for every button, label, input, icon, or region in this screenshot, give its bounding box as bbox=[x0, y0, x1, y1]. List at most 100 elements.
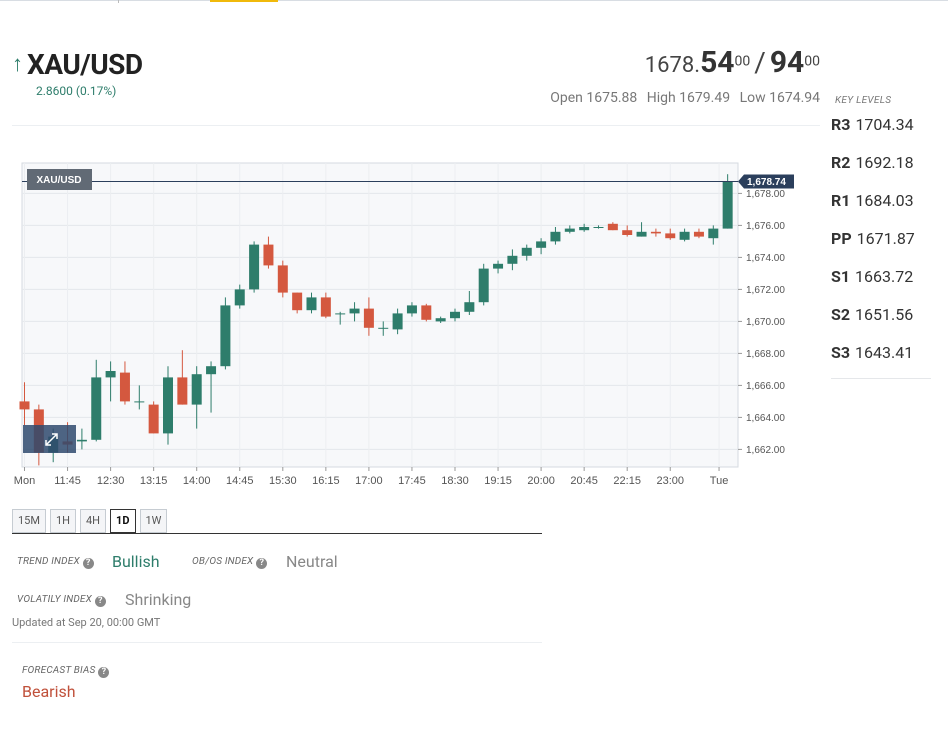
top-tab-marker bbox=[118, 0, 119, 3]
symbol-title: XAU/USD bbox=[27, 48, 143, 81]
candle-body bbox=[435, 318, 446, 322]
x-tick-label: 13:15 bbox=[140, 475, 168, 487]
trend-index-label: TREND INDEX? bbox=[17, 556, 94, 569]
candle-body bbox=[650, 231, 661, 234]
candle-body bbox=[579, 227, 590, 231]
y-tick-label: 1,666.00 bbox=[746, 381, 785, 392]
timeframe-1w-button[interactable]: 1W bbox=[139, 509, 168, 533]
updated-timestamp: Updated at Sep 20, 00:00 GMT bbox=[12, 616, 161, 629]
x-tick-label: 19:15 bbox=[484, 475, 512, 487]
bid-integer: 1678. bbox=[644, 53, 701, 78]
x-tick-label: 14:00 bbox=[183, 475, 211, 487]
ohl-stats: Open 1675.88 High 1679.49 Low 1674.94 bbox=[544, 90, 820, 106]
timeframe-underline bbox=[12, 533, 542, 534]
candle-body bbox=[450, 311, 460, 319]
trend-index-value: Bullish bbox=[112, 552, 160, 571]
x-tick-label: 12:30 bbox=[97, 475, 125, 487]
y-tick-label: 1,668.00 bbox=[746, 349, 785, 360]
ask-fraction: 00 bbox=[804, 53, 820, 70]
y-tick-label: 1,676.00 bbox=[746, 221, 785, 232]
expand-button-bg[interactable] bbox=[23, 425, 76, 453]
current-price-tag-text: 1,678.74 bbox=[747, 177, 786, 188]
candle-body bbox=[536, 241, 547, 248]
y-tick-label: 1,670.00 bbox=[746, 317, 785, 328]
volatility-index-label: VOLATILY INDEX? bbox=[17, 594, 106, 607]
symbol-chart-label-text: XAU/USD bbox=[36, 175, 81, 186]
candle-body bbox=[708, 228, 719, 239]
help-icon[interactable]: ? bbox=[256, 558, 268, 569]
timeframe-1d-button[interactable]: 1D bbox=[110, 509, 136, 533]
x-tick-label: Mon bbox=[14, 475, 35, 487]
y-tick-label: 1,664.00 bbox=[746, 413, 785, 424]
help-icon[interactable]: ? bbox=[82, 558, 94, 569]
candle-body bbox=[363, 308, 374, 328]
price-change: 2.8600 (0.17%) bbox=[36, 84, 117, 98]
candle-body bbox=[378, 327, 389, 329]
symbol-header: ↑ XAU/USD bbox=[12, 48, 143, 81]
plot-area bbox=[21, 162, 739, 468]
key-levels-panel: KEY LEVELS R3 1704.34 R2 1692.18 R1 1684.03… bbox=[831, 95, 931, 379]
price-separator: / bbox=[754, 46, 766, 79]
x-tick-label: 22:15 bbox=[613, 475, 641, 487]
current-price-tag: 1,678.74 bbox=[738, 174, 794, 189]
x-tick-label: Tue bbox=[710, 475, 729, 487]
price-chart[interactable]: Mon 11:45 12:30 13:15 14:00 14:45 15:30 16:15 17… bbox=[0, 150, 800, 495]
key-level-s3: S3 1643.41 bbox=[831, 343, 914, 362]
x-tick-label: 20:45 bbox=[570, 475, 598, 487]
forecast-bias-value: Bearish bbox=[22, 682, 76, 701]
timeframe-4h-button[interactable]: 4H bbox=[80, 509, 107, 533]
forecast-bias-label: FORECAST BIAS? bbox=[22, 665, 110, 678]
x-tick-label: 18:30 bbox=[441, 475, 469, 487]
candle-body bbox=[220, 305, 231, 367]
x-tick-label: 17:45 bbox=[398, 475, 426, 487]
candle-body bbox=[76, 439, 87, 442]
candlestick-chart[interactable]: Mon 11:45 12:30 13:15 14:00 14:45 15:30 16:15 17… bbox=[0, 150, 800, 495]
obos-index-label: OB/OS INDEX? bbox=[192, 556, 268, 569]
candle-body bbox=[392, 313, 403, 330]
x-tick-label: 17:00 bbox=[355, 475, 383, 487]
candle-body bbox=[320, 297, 331, 317]
open-value: Open 1675.88 bbox=[550, 90, 638, 106]
high-value: High 1679.49 bbox=[646, 90, 731, 106]
candle-body bbox=[564, 228, 575, 232]
key-level-pp: PP 1671.87 bbox=[831, 229, 915, 248]
help-icon[interactable]: ? bbox=[94, 596, 106, 607]
key-levels-divider bbox=[831, 378, 931, 379]
candle-body bbox=[249, 244, 260, 290]
low-value: Low 1674.94 bbox=[739, 90, 820, 106]
candle-body bbox=[679, 231, 690, 240]
help-icon[interactable]: ? bbox=[98, 667, 110, 678]
key-levels-title: KEY LEVELS bbox=[835, 95, 892, 106]
candle-body bbox=[163, 377, 173, 434]
candle-body bbox=[306, 297, 317, 311]
candle-body bbox=[206, 366, 217, 375]
arrow-up-icon: ↑ bbox=[12, 51, 23, 77]
candle-body bbox=[105, 371, 116, 378]
candle-body bbox=[91, 377, 102, 440]
expand-chart-button[interactable] bbox=[23, 425, 76, 453]
volatility-index-value: Shrinking bbox=[125, 590, 192, 609]
timeframe-1h-button[interactable]: 1H bbox=[49, 509, 76, 533]
timeframe-15m-button[interactable]: 15M bbox=[12, 509, 46, 533]
candle-body bbox=[335, 313, 346, 315]
bias-divider bbox=[12, 642, 542, 643]
candle-body bbox=[493, 263, 504, 269]
candle-body bbox=[148, 404, 159, 434]
header-divider bbox=[12, 125, 820, 126]
x-tick-label: 16:15 bbox=[312, 475, 340, 487]
bid-ask-price: 1678.5400/9400 bbox=[645, 45, 820, 80]
candle-body bbox=[693, 231, 704, 237]
key-level-r2: R2 1692.18 bbox=[831, 153, 914, 172]
ask-pips: 94 bbox=[769, 45, 805, 80]
top-border bbox=[0, 0, 948, 1]
x-tick-label: 20:00 bbox=[527, 475, 555, 487]
key-level-s2: S2 1651.56 bbox=[831, 305, 914, 324]
y-tick-label: 1,674.00 bbox=[746, 253, 785, 264]
candle-body bbox=[277, 265, 288, 293]
y-tick-label: 1,662.00 bbox=[746, 445, 785, 456]
candle-body bbox=[464, 302, 475, 312]
candle-body bbox=[607, 223, 618, 231]
candle-body bbox=[292, 292, 303, 311]
bid-pips: 54 bbox=[700, 45, 735, 80]
y-tick-label: 1,678.00 bbox=[746, 189, 785, 200]
